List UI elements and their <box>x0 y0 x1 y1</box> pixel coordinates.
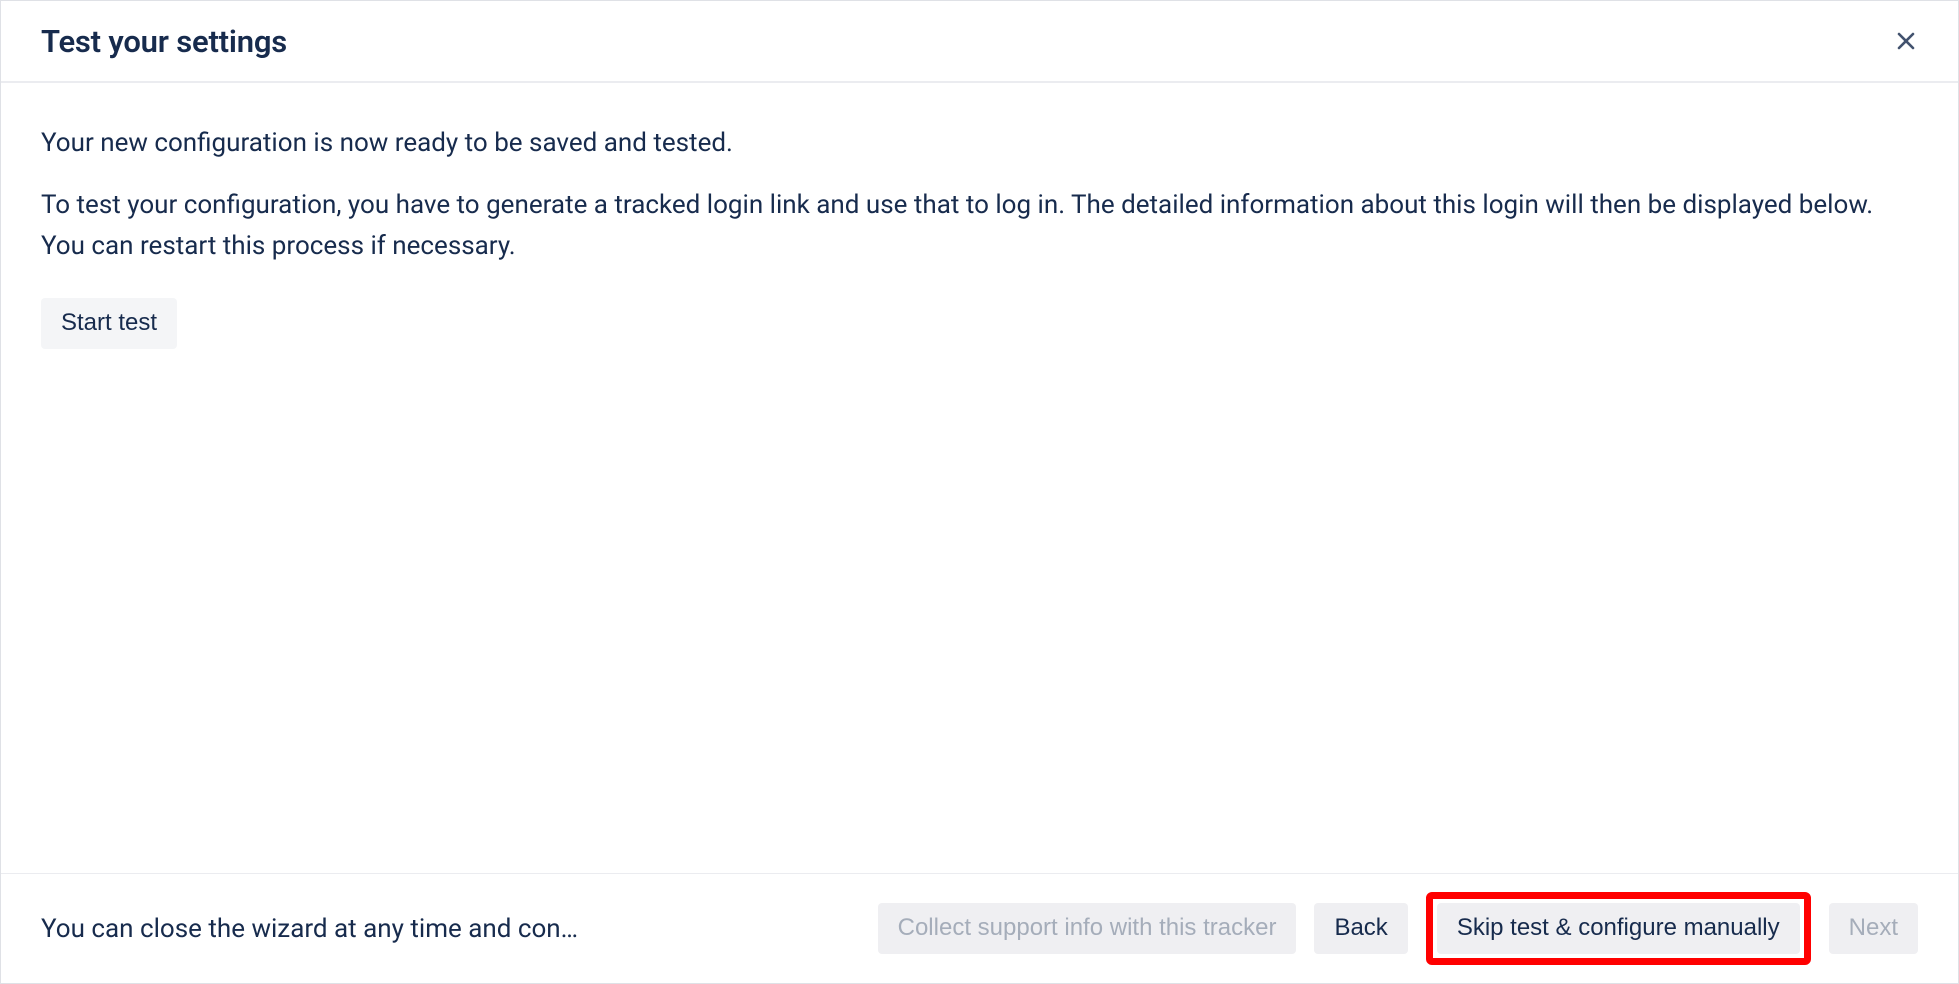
dialog-title: Test your settings <box>41 23 287 60</box>
dialog-footer: You can close the wizard at any time and… <box>1 873 1958 983</box>
skip-test-button[interactable]: Skip test & configure manually <box>1437 903 1800 954</box>
dialog-header: Test your settings <box>1 1 1958 83</box>
close-button[interactable] <box>1886 21 1926 61</box>
skip-button-highlight: Skip test & configure manually <box>1426 892 1811 965</box>
next-button[interactable]: Next <box>1829 903 1918 954</box>
intro-text-1: Your new configuration is now ready to b… <box>41 123 1918 163</box>
back-button[interactable]: Back <box>1314 903 1407 954</box>
dialog-body: Your new configuration is now ready to b… <box>1 83 1958 873</box>
start-test-button[interactable]: Start test <box>41 298 177 349</box>
collect-support-button[interactable]: Collect support info with this tracker <box>878 903 1297 954</box>
footer-hint-text: You can close the wizard at any time and… <box>41 914 681 944</box>
footer-actions: Collect support info with this tracker B… <box>878 892 1918 965</box>
intro-text-2: To test your configuration, you have to … <box>41 185 1918 266</box>
test-settings-dialog: Test your settings Your new configuratio… <box>0 0 1959 984</box>
close-icon <box>1894 29 1918 53</box>
